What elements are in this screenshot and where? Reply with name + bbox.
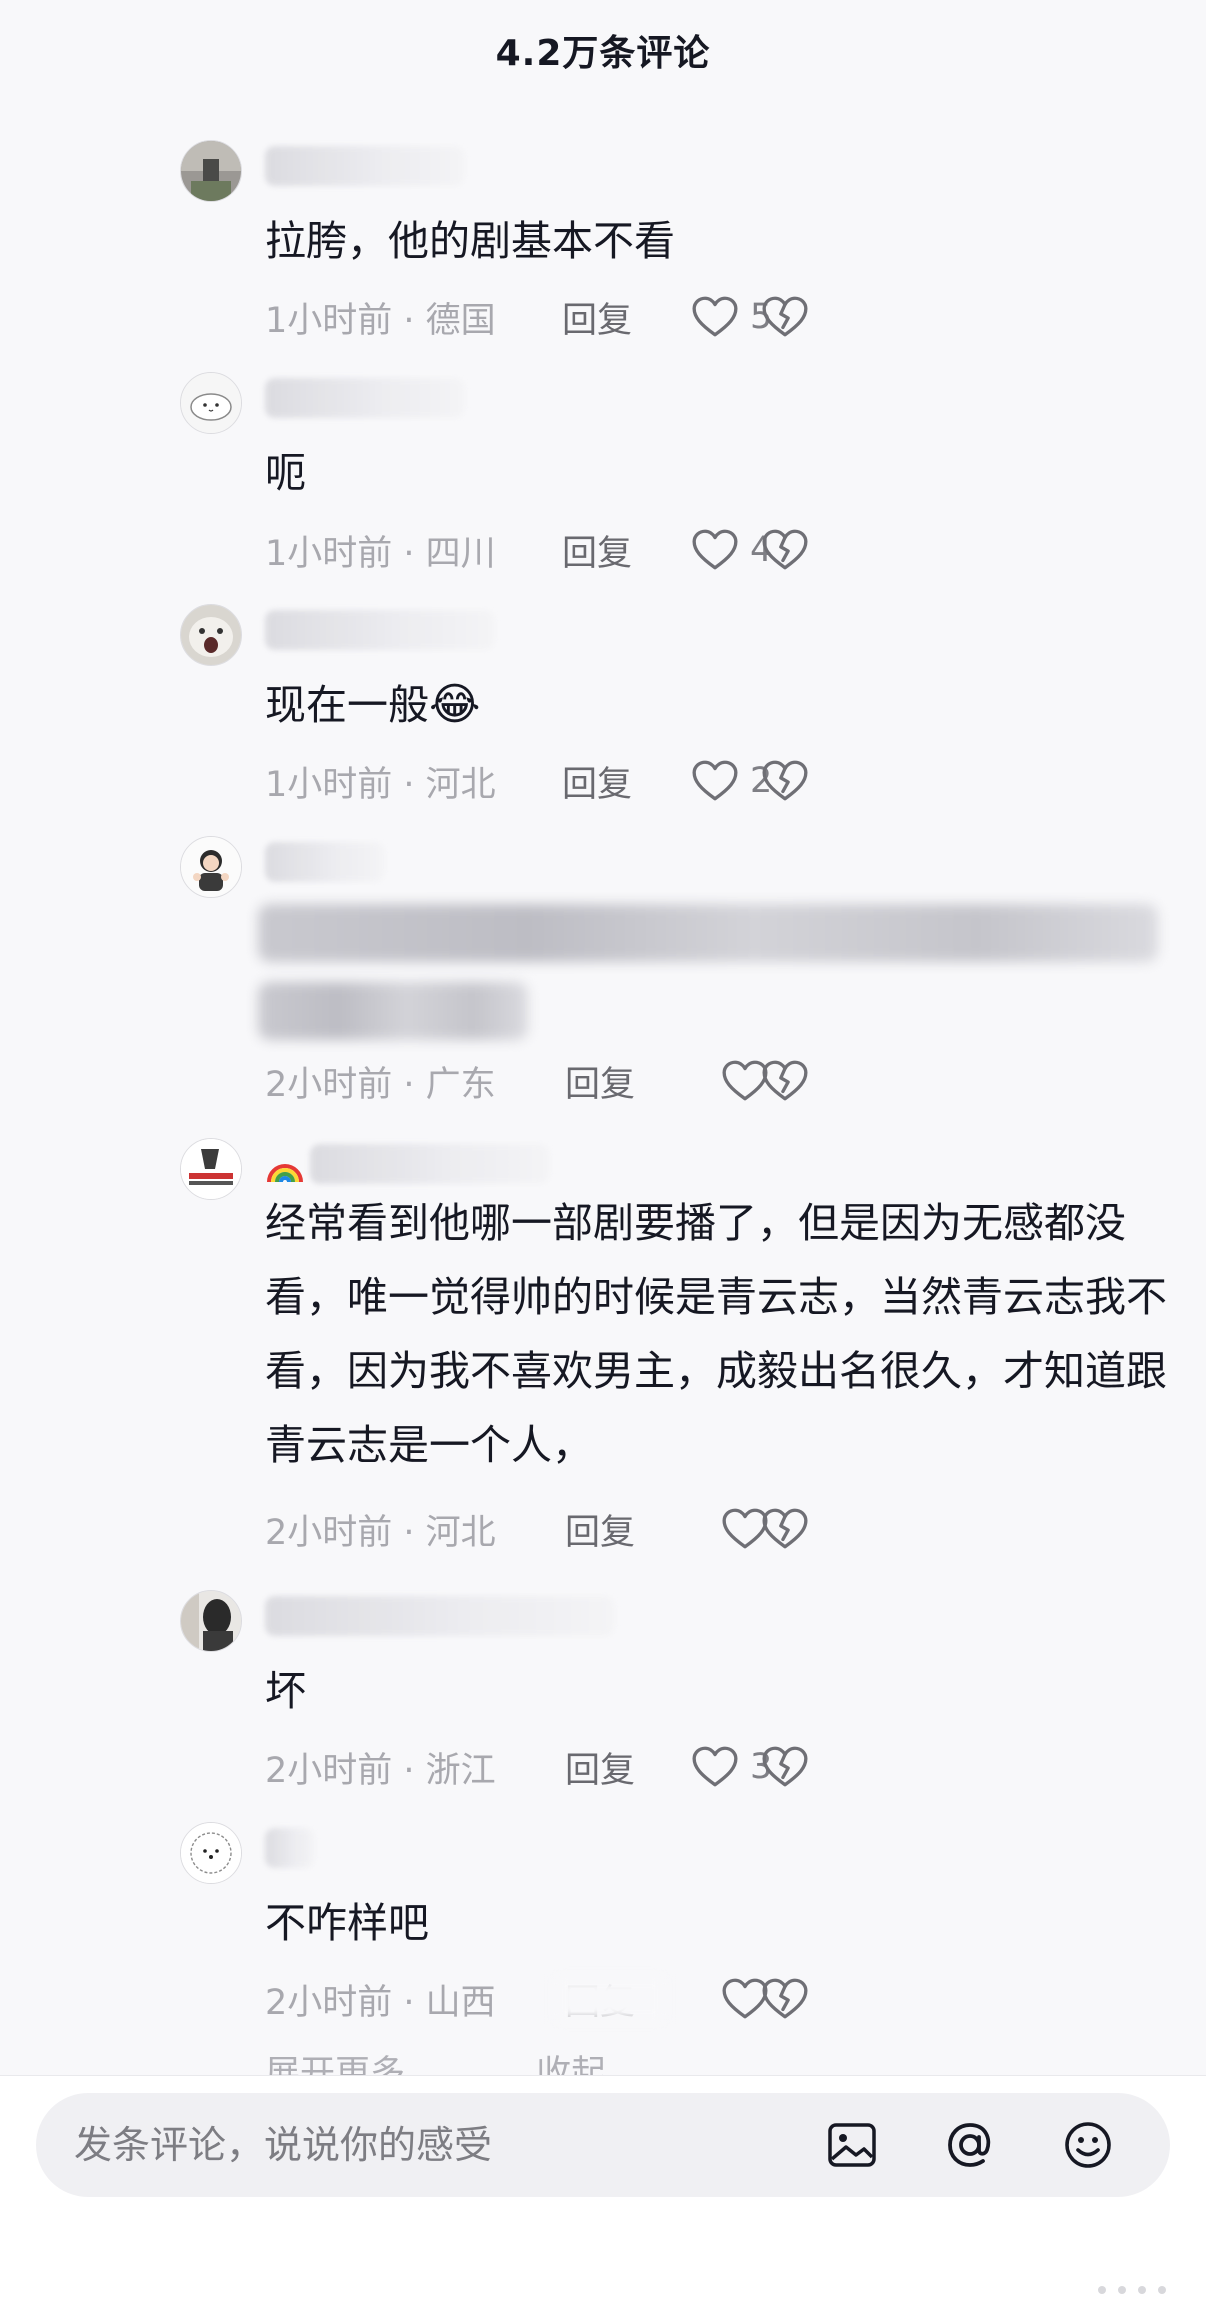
broken-heart-icon[interactable] <box>760 1974 810 2024</box>
expand-more-row[interactable]: 展开更多 收起 <box>265 2052 606 2076</box>
username-blurred[interactable] <box>310 1144 550 1184</box>
comment-time-location: 2小时前 · 河北 <box>265 1512 496 1553</box>
username-blurred[interactable] <box>265 378 465 418</box>
overlay-blur <box>555 1977 665 2021</box>
avatar[interactable] <box>180 1822 242 1884</box>
comment-text: 拉胯，他的剧基本不看 <box>265 217 675 265</box>
comment-input[interactable]: 发条评论，说说你的感受 <box>36 2093 1170 2197</box>
comment-text: 呃 <box>265 449 306 497</box>
comment-text-body: 现在一般 <box>265 681 429 729</box>
heart-outline-icon <box>690 756 740 806</box>
comment-text-blurred <box>258 982 528 1040</box>
watermark-dots <box>1098 2286 1166 2294</box>
reply-button[interactable]: 回复 <box>562 292 632 343</box>
heart-outline-icon <box>690 525 740 575</box>
laugh-cry-emoji: 😂 <box>429 679 481 730</box>
reply-button[interactable]: 回复 <box>565 1504 635 1555</box>
comment-text: 不咋样吧 <box>265 1899 429 1947</box>
avatar[interactable] <box>180 1590 242 1652</box>
broken-heart-icon[interactable] <box>760 292 810 342</box>
comment-text: 坏 <box>265 1667 306 1715</box>
comment-count-title: 4.2万条评论 <box>495 33 711 74</box>
comment-time-location: 2小时前 · 浙江 <box>265 1750 496 1791</box>
comment-input-placeholder[interactable]: 发条评论，说说你的感受 <box>74 2093 492 2197</box>
comments-header: 4.2万条评论 <box>0 0 1206 100</box>
image-icon[interactable] <box>824 2117 880 2173</box>
username-blurred[interactable] <box>265 1596 615 1636</box>
comment-time-location: 1小时前 · 四川 <box>265 533 496 574</box>
broken-heart-icon[interactable] <box>760 1056 810 1106</box>
comment-input-bar: 发条评论，说说你的感受 <box>0 2075 1206 2320</box>
avatar[interactable] <box>180 140 242 202</box>
rainbow-icon <box>265 1146 305 1186</box>
comment-text: 经常看到他哪一部剧要播了，但是因为无感都没看，唯一觉得帅的时候是青云志，当然青云… <box>265 1199 1167 1469</box>
username-blurred[interactable] <box>265 842 385 882</box>
broken-heart-icon[interactable] <box>760 756 810 806</box>
smiley-icon[interactable] <box>1060 2117 1116 2173</box>
broken-heart-icon[interactable] <box>760 1504 810 1554</box>
reply-button[interactable]: 回复 <box>565 1056 635 1107</box>
reply-button[interactable]: 回复 <box>562 756 632 807</box>
username-blurred[interactable] <box>265 610 495 650</box>
comment-time-location: 2小时前 · 广东 <box>265 1064 496 1105</box>
broken-heart-icon[interactable] <box>760 525 810 575</box>
comment-time-location: 1小时前 · 河北 <box>265 764 496 805</box>
username-blurred[interactable] <box>265 1828 315 1868</box>
comment-text: 现在一般😂 <box>265 668 1166 742</box>
heart-outline-icon <box>690 292 740 342</box>
avatar[interactable] <box>180 1138 242 1200</box>
heart-outline-icon <box>690 1742 740 1792</box>
expand-more-button[interactable]: 展开更多 <box>265 2054 405 2076</box>
comment-time-location: 1小时前 · 德国 <box>265 300 496 341</box>
avatar[interactable] <box>180 372 242 434</box>
at-icon[interactable] <box>942 2117 998 2173</box>
avatar[interactable] <box>180 604 242 666</box>
comment-time-location: 2小时前 · 山西 <box>265 1982 496 2023</box>
comment-text-blurred <box>258 904 1158 962</box>
collapse-button[interactable]: 收起 <box>536 2054 606 2076</box>
broken-heart-icon[interactable] <box>760 1742 810 1792</box>
avatar[interactable] <box>180 836 242 898</box>
username-blurred[interactable] <box>265 146 465 186</box>
reply-button[interactable]: 回复 <box>562 525 632 576</box>
reply-button[interactable]: 回复 <box>565 1742 635 1793</box>
